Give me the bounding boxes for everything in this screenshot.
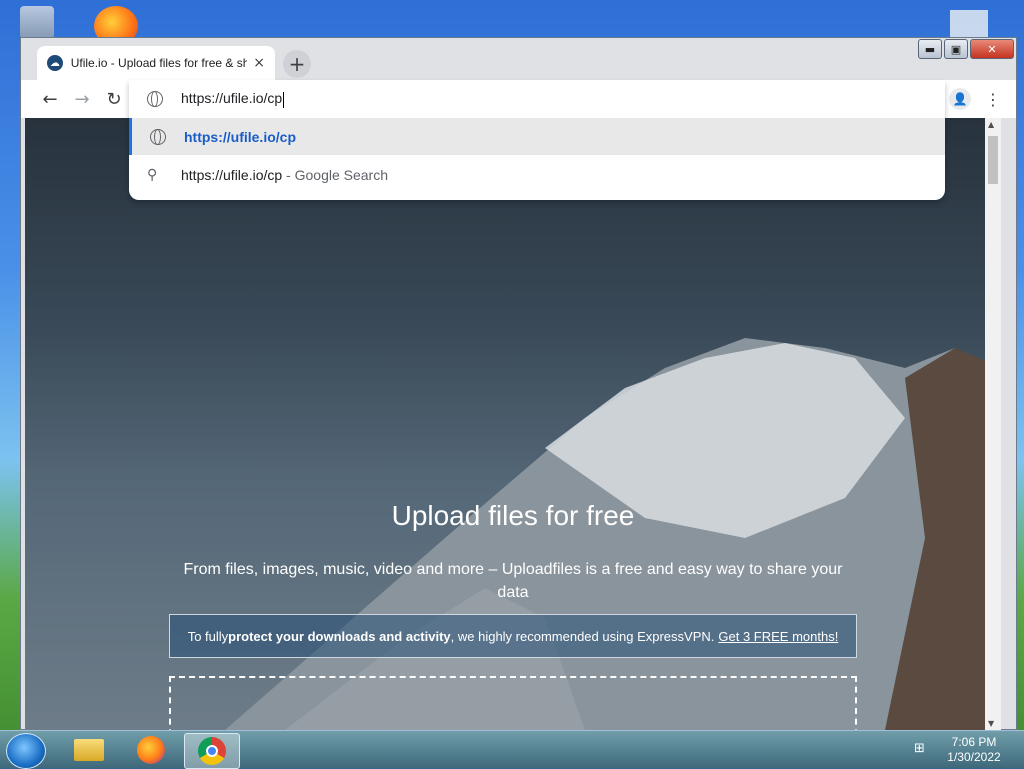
taskbar-firefox[interactable] [124,733,178,767]
minimize-button[interactable]: ▬ [918,39,942,59]
address-input[interactable]: https://ufile.io/cp [181,90,284,107]
suggestion-search-text: https://ufile.io/cp - Google Search [181,167,388,183]
scroll-down-icon[interactable]: ▼ [988,719,994,728]
globe-icon [147,91,163,107]
vpn-banner: To fully protect your downloads and acti… [169,614,857,658]
chrome-window: ☁ Ufile.io - Upload files for free & sha… [20,37,1017,730]
globe-icon [150,128,166,145]
suggestion-url-text: https://ufile.io/cp [184,128,296,145]
reload-button[interactable]: ↻ [103,88,125,110]
scroll-thumb[interactable] [988,136,998,184]
banner-middle: , we highly recommended using ExpressVPN… [450,628,715,644]
upload-dropzone[interactable] [169,676,857,730]
taskbar: ⊞ 7:06 PM 1/30/2022 [0,730,1024,769]
ufile-favicon-icon: ☁ [47,55,63,71]
back-button[interactable]: ← [39,88,61,110]
profile-icon[interactable]: 👤 [949,88,971,110]
close-window-button[interactable]: ✕ [970,39,1014,59]
scroll-up-icon[interactable]: ▲ [988,120,994,129]
page-viewport: Upload files for free From files, images… [25,118,1001,730]
tab-strip: ☁ Ufile.io - Upload files for free & sha… [21,38,1016,80]
maximize-button[interactable]: ▣ [944,39,968,59]
page-title: Upload files for free [391,500,635,531]
suggestion-url[interactable]: https://ufile.io/cp [129,118,945,155]
page-subtitle: From files, images, music, video and mor… [183,561,843,601]
folder-icon [74,739,104,761]
network-icon[interactable]: ⊞ [914,741,930,757]
forward-button[interactable]: → [71,88,93,110]
banner-prefix: To fully [187,628,229,644]
suggestion-search-suffix: - Google Search [282,166,389,183]
suggestion-search-query: https://ufile.io/cp [181,166,283,183]
taskbar-chrome[interactable] [184,733,240,769]
tab-ufile[interactable]: ☁ Ufile.io - Upload files for free & sha… [37,46,275,80]
banner-link[interactable]: Get 3 FREE months! [718,629,838,644]
clock-time: 7:06 PM [951,735,997,749]
suggestion-search[interactable]: ⚲ https://ufile.io/cp - Google Search [129,156,945,193]
menu-icon[interactable]: ⋮ [985,88,1001,110]
tab-title: Ufile.io - Upload files for free & share [70,56,248,70]
clock-date: 1/30/2022 [947,750,1001,764]
tab-close-icon[interactable]: × [253,55,265,71]
banner-bold: protect your downloads and activity [228,628,451,644]
address-bar[interactable]: https://ufile.io/cp [129,80,945,118]
omnibox-dropdown: https://ufile.io/cp https://ufile.io/cp … [129,80,945,200]
vertical-scrollbar[interactable]: ▲ ▼ [985,118,1001,730]
search-icon: ⚲ [147,166,158,183]
start-button[interactable] [6,733,46,769]
new-tab-button[interactable]: + [283,50,311,78]
taskbar-explorer[interactable] [62,733,116,767]
chrome-icon [198,737,226,765]
firefox-icon [137,736,165,764]
system-clock[interactable]: 7:06 PM 1/30/2022 [938,735,1010,765]
